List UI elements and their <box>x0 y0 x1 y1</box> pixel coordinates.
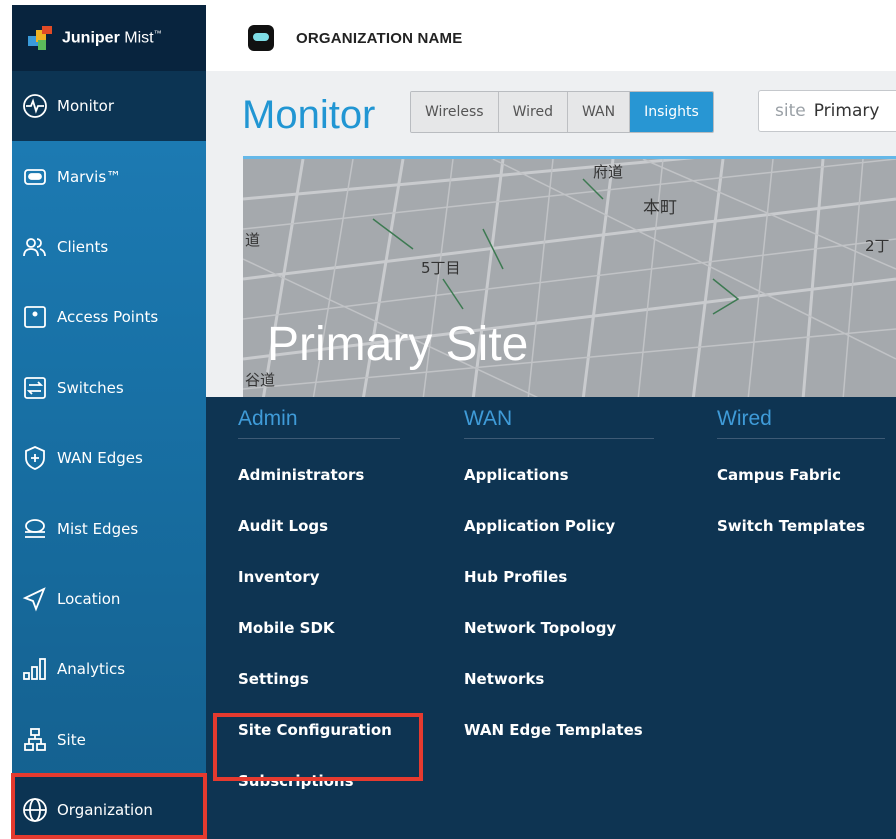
site-selector-value: Primary <box>813 101 880 121</box>
organization-name[interactable]: ORGANIZATION NAME <box>296 30 462 47</box>
menu-item-campus-fabric[interactable]: Campus Fabric <box>717 449 885 500</box>
menu-item-administrators[interactable]: Administrators <box>238 449 400 500</box>
menu-item-settings[interactable]: Settings <box>238 653 400 704</box>
brand-name: Juniper Mist™ <box>62 28 162 47</box>
sidebar-item-access-points[interactable]: Access Points <box>12 282 206 352</box>
sidebar-item-label: Location <box>57 589 121 608</box>
organization-menu: Admin Administrators Audit Logs Inventor… <box>206 397 896 839</box>
menu-item-audit-logs[interactable]: Audit Logs <box>238 500 400 551</box>
menu-item-inventory[interactable]: Inventory <box>238 551 400 602</box>
site-map[interactable]: 本町 5丁目 2丁 道 谷道 府道 Primary Site <box>243 156 896 400</box>
monitor-tabs: Wireless Wired WAN Insights <box>410 91 714 133</box>
tab-wired[interactable]: Wired <box>498 92 568 132</box>
menu-item-application-policy[interactable]: Application Policy <box>464 500 654 551</box>
map-label: 府道 <box>593 163 624 181</box>
menu-item-mobile-sdk[interactable]: Mobile SDK <box>238 602 400 653</box>
menu-column-wired: Wired Campus Fabric Switch Templates <box>717 407 885 551</box>
site-tree-icon <box>24 727 46 751</box>
clients-icon <box>23 238 46 257</box>
sidebar-item-label: Organization <box>57 801 153 820</box>
sidebar: Juniper Mist™ Monitor Marvis™ Clients Ac… <box>12 5 206 839</box>
sidebar-item-organization[interactable]: Organization <box>12 774 206 839</box>
marvis-icon <box>24 168 46 185</box>
map-label: 道 <box>245 231 261 249</box>
sidebar-item-label: Clients <box>57 237 109 256</box>
menu-heading-wired: Wired <box>717 407 885 439</box>
menu-column-admin: Admin Administrators Audit Logs Inventor… <box>238 407 400 806</box>
sidebar-item-switches[interactable]: Switches <box>12 353 206 423</box>
menu-item-subscriptions[interactable]: Subscriptions <box>238 755 400 806</box>
menu-column-wan: WAN Applications Application Policy Hub … <box>464 407 654 755</box>
map-label: 本町 <box>643 198 677 218</box>
pulse-icon <box>23 94 47 119</box>
menu-item-applications[interactable]: Applications <box>464 449 654 500</box>
sidebar-item-monitor[interactable]: Monitor <box>12 71 206 142</box>
sidebar-item-marvis[interactable]: Marvis™ <box>12 141 206 211</box>
sidebar-item-clients[interactable]: Clients <box>12 212 206 282</box>
site-selector[interactable]: site Primary <box>758 90 896 132</box>
tab-wan[interactable]: WAN <box>567 92 631 132</box>
juniper-mist-logo[interactable]: Juniper Mist™ <box>12 5 206 71</box>
map-label: 5丁目 <box>421 259 461 277</box>
marvis-robot-icon[interactable] <box>248 25 274 51</box>
sidebar-item-label: Access Points <box>57 308 159 327</box>
menu-item-hub-profiles[interactable]: Hub Profiles <box>464 551 654 602</box>
menu-item-networks[interactable]: Networks <box>464 653 654 704</box>
sidebar-item-label: Analytics <box>57 660 126 679</box>
switch-icon <box>24 376 46 399</box>
mist-edge-icon <box>25 518 45 538</box>
site-selector-key: site <box>775 101 806 121</box>
sidebar-item-label: Site <box>57 730 86 749</box>
app-window: Juniper Mist™ Monitor Marvis™ Clients Ac… <box>0 0 896 839</box>
tab-wireless[interactable]: Wireless <box>411 92 499 132</box>
menu-item-network-topology[interactable]: Network Topology <box>464 602 654 653</box>
sidebar-item-location[interactable]: Location <box>12 564 206 634</box>
sidebar-item-label: Mist Edges <box>57 519 139 538</box>
menu-heading-wan: WAN <box>464 407 654 439</box>
location-arrow-icon <box>22 587 46 612</box>
sidebar-item-label: Marvis™ <box>57 167 122 186</box>
menu-item-wan-edge-templates[interactable]: WAN Edge Templates <box>464 704 654 755</box>
access-point-icon <box>24 306 46 329</box>
menu-heading-admin: Admin <box>238 407 400 439</box>
globe-icon <box>23 798 47 822</box>
sidebar-item-site[interactable]: Site <box>12 705 206 775</box>
sidebar-item-wan-edges[interactable]: WAN Edges <box>12 423 206 493</box>
juniper-logo-icon <box>28 26 54 50</box>
menu-item-switch-templates[interactable]: Switch Templates <box>717 500 885 551</box>
sidebar-item-analytics[interactable]: Analytics <box>12 634 206 704</box>
sidebar-item-label: Monitor <box>57 97 115 116</box>
sidebar-item-mist-edges[interactable]: Mist Edges <box>12 493 206 563</box>
menu-item-site-configuration[interactable]: Site Configuration <box>238 704 400 755</box>
sidebar-item-label: WAN Edges <box>57 449 143 468</box>
header-bar: ORGANIZATION NAME <box>206 5 896 71</box>
map-label: 2丁 <box>865 237 890 255</box>
map-label: 谷道 <box>245 371 276 389</box>
shield-plus-icon <box>25 446 45 471</box>
sidebar-item-label: Switches <box>57 378 124 397</box>
tab-insights[interactable]: Insights <box>630 92 713 132</box>
analytics-bars-icon <box>23 658 46 681</box>
page-title: Monitor <box>242 93 376 137</box>
map-site-name: Primary Site <box>267 318 529 371</box>
